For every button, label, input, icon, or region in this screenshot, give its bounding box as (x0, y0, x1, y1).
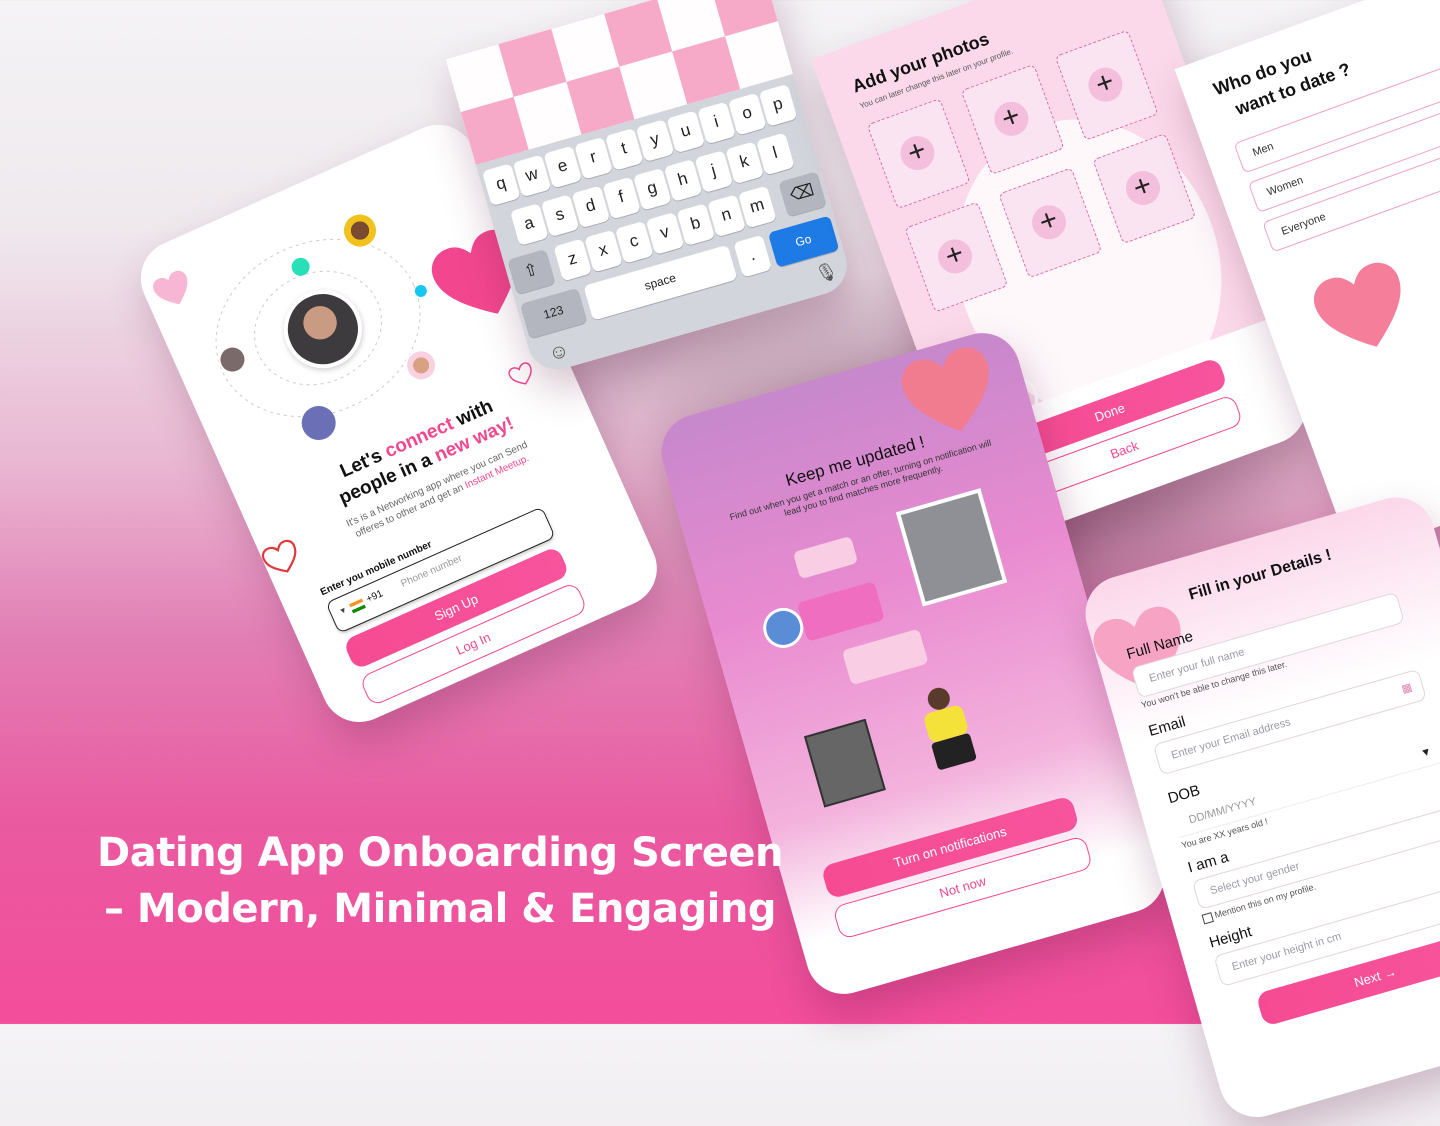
india-flag-icon (349, 598, 366, 614)
cabinet-illustration (803, 718, 886, 808)
delete-key[interactable]: ⌫ (778, 171, 827, 217)
chevron-down-icon[interactable]: ▼ (338, 605, 349, 616)
photo-slot-1[interactable]: + (866, 98, 971, 210)
checkbox[interactable] (1201, 911, 1214, 925)
headline-line-1: Dating App Onboarding Screen (97, 830, 783, 876)
country-code: +91 (364, 588, 385, 606)
plus-icon: + (895, 131, 940, 175)
calendar-icon[interactable]: ▦ (1398, 673, 1416, 705)
plus-icon: + (1027, 200, 1071, 245)
microphone-icon[interactable]: 🎙 (813, 260, 841, 286)
woman-illustration (917, 683, 978, 771)
plus-icon: + (989, 97, 1034, 141)
go-key[interactable]: Go (767, 215, 840, 268)
heart-gradient-icon (1314, 262, 1401, 347)
dob-label: DOB (1166, 781, 1202, 808)
chat-bubble-1 (792, 535, 859, 580)
chat-bubble-3 (841, 628, 929, 686)
notification-illustration (730, 470, 1091, 838)
shift-key[interactable]: ⇧ (507, 248, 556, 295)
promo-headline: Dating App Onboarding Screen – Modern, M… (60, 825, 820, 937)
plus-icon: + (1121, 166, 1165, 210)
chat-bubble-2 (796, 581, 885, 642)
plus-icon: + (1083, 62, 1128, 107)
numbers-key[interactable]: 123 (519, 287, 588, 339)
plus-icon: + (933, 234, 977, 279)
window-illustration (895, 488, 1008, 607)
dropdown-arrow-icon[interactable]: ▼ (1417, 739, 1435, 767)
headline-line-2: – Modern, Minimal & Engaging (104, 886, 777, 932)
emoji-icon[interactable]: ☺ (546, 339, 572, 367)
period-key[interactable]: . (733, 234, 773, 278)
